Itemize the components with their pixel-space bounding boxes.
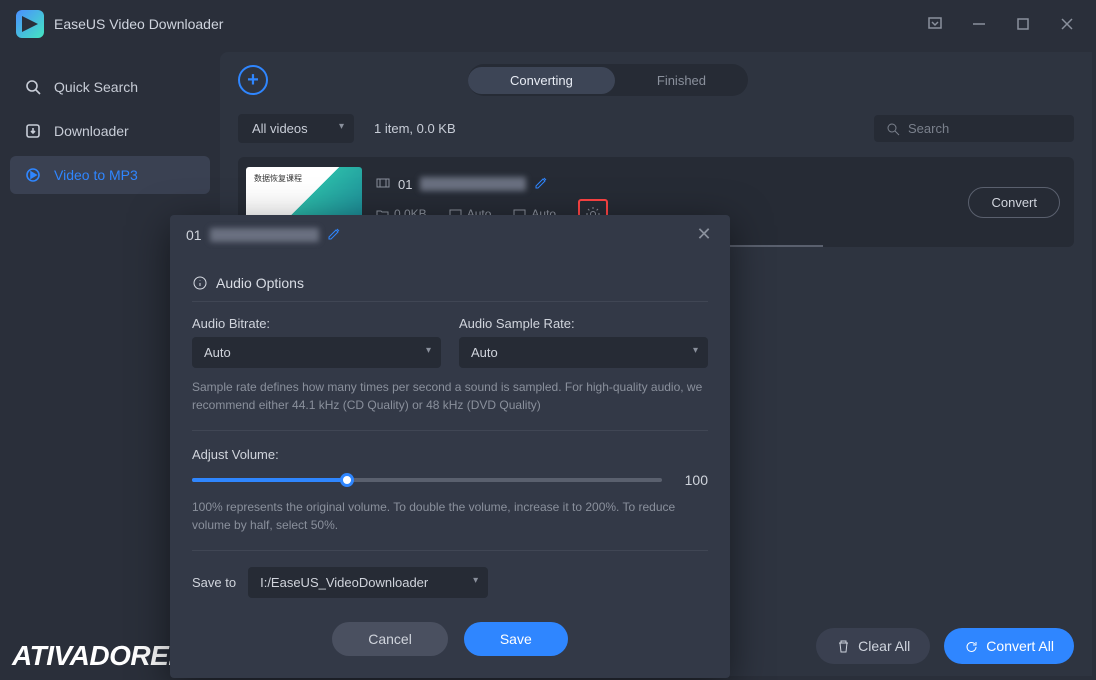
audio-options-dialog: 01 xxxxxxx ✕ Audio Options Audio Bitrate… bbox=[170, 215, 730, 678]
search-icon bbox=[886, 122, 900, 136]
tab-finished[interactable]: Finished bbox=[615, 67, 748, 94]
app-logo bbox=[16, 10, 44, 38]
add-button[interactable]: + bbox=[238, 65, 268, 95]
samplerate-label: Audio Sample Rate: bbox=[459, 316, 708, 331]
refresh-icon bbox=[964, 639, 979, 654]
maximize-button[interactable] bbox=[1010, 11, 1036, 37]
edit-icon[interactable] bbox=[327, 226, 342, 244]
footer-actions: Clear All Convert All bbox=[816, 628, 1074, 664]
download-icon bbox=[24, 122, 42, 140]
video-title: 01 xxxxxxx bbox=[376, 175, 956, 193]
topbar: + Converting Finished bbox=[220, 52, 1092, 108]
volume-value: 100 bbox=[676, 472, 708, 488]
samplerate-select[interactable]: Auto bbox=[459, 337, 708, 368]
dialog-close-button[interactable]: ✕ bbox=[694, 225, 714, 245]
sidebar-item-label: Video to MP3 bbox=[54, 167, 138, 183]
saveto-select[interactable]: I:/EaseUS_VideoDownloader bbox=[248, 567, 488, 598]
volume-slider[interactable] bbox=[192, 478, 662, 482]
tab-converting[interactable]: Converting bbox=[468, 67, 615, 94]
volume-hint: 100% represents the original volume. To … bbox=[192, 498, 708, 534]
sidebar-item-video-to-mp3[interactable]: Video to MP3 bbox=[10, 156, 210, 194]
app-title: EaseUS Video Downloader bbox=[54, 16, 223, 32]
filter-dropdown[interactable]: All videos bbox=[238, 114, 354, 143]
save-button[interactable]: Save bbox=[464, 622, 568, 656]
search-icon bbox=[24, 78, 42, 96]
video-title-blurred: xxxxxxx bbox=[420, 177, 526, 191]
dialog-header: 01 xxxxxxx ✕ bbox=[170, 215, 730, 255]
sidebar-item-label: Downloader bbox=[54, 123, 129, 139]
video-to-mp3-icon bbox=[24, 166, 42, 184]
titlebar: EaseUS Video Downloader bbox=[0, 0, 1096, 48]
divider bbox=[192, 430, 708, 431]
edit-icon[interactable] bbox=[534, 175, 549, 193]
bitrate-label: Audio Bitrate: bbox=[192, 316, 441, 331]
window-controls bbox=[922, 11, 1080, 37]
clear-all-button[interactable]: Clear All bbox=[816, 628, 930, 664]
saveto-label: Save to bbox=[192, 575, 236, 590]
trash-icon bbox=[836, 639, 851, 654]
bitrate-select[interactable]: Auto bbox=[192, 337, 441, 368]
window-menu-button[interactable] bbox=[922, 11, 948, 37]
tab-strip: Converting Finished bbox=[468, 64, 748, 96]
search-placeholder: Search bbox=[908, 121, 949, 136]
toolbar: All videos 1 item, 0.0 KB Search bbox=[220, 108, 1092, 157]
convert-all-button[interactable]: Convert All bbox=[944, 628, 1074, 664]
film-icon bbox=[376, 176, 390, 193]
info-icon bbox=[192, 275, 208, 291]
sidebar-item-downloader[interactable]: Downloader bbox=[10, 112, 210, 150]
volume-label: Adjust Volume: bbox=[192, 447, 708, 462]
divider bbox=[192, 550, 708, 551]
minimize-button[interactable] bbox=[966, 11, 992, 37]
item-count: 1 item, 0.0 KB bbox=[374, 121, 456, 136]
samplerate-hint: Sample rate defines how many times per s… bbox=[192, 378, 708, 414]
dialog-title-blurred: xxxxxxx bbox=[210, 228, 319, 242]
slider-thumb[interactable] bbox=[340, 473, 354, 487]
search-input[interactable]: Search bbox=[874, 115, 1074, 142]
sidebar-item-quick-search[interactable]: Quick Search bbox=[10, 68, 210, 106]
convert-button[interactable]: Convert bbox=[968, 187, 1060, 218]
cancel-button[interactable]: Cancel bbox=[332, 622, 448, 656]
close-button[interactable] bbox=[1054, 11, 1080, 37]
audio-options-heading: Audio Options bbox=[192, 265, 708, 302]
sidebar-item-label: Quick Search bbox=[54, 79, 138, 95]
